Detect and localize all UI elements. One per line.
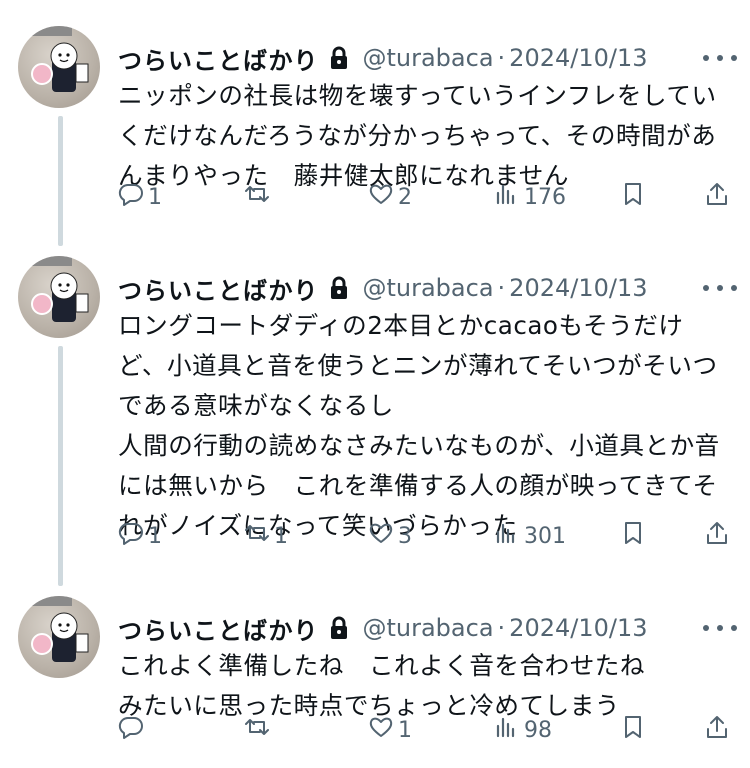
lock-icon bbox=[328, 275, 350, 301]
share-button[interactable] bbox=[704, 179, 730, 215]
bookmark-icon bbox=[620, 181, 646, 213]
bookmark-button[interactable] bbox=[620, 179, 646, 215]
more-icon[interactable] bbox=[700, 48, 740, 68]
more-icon[interactable] bbox=[700, 618, 740, 638]
display-name[interactable]: つらいことばかり bbox=[118, 41, 318, 76]
share-icon bbox=[704, 714, 730, 746]
separator-dot: · bbox=[497, 274, 506, 302]
like-count: 3 bbox=[398, 523, 412, 549]
user-handle[interactable]: @turabaca bbox=[362, 44, 493, 72]
retweet-icon bbox=[244, 181, 270, 213]
like-button[interactable]: 1 bbox=[368, 712, 412, 748]
tweet-date[interactable]: 2024/10/13 bbox=[509, 44, 647, 72]
views-button[interactable]: 98 bbox=[494, 712, 552, 748]
tweet-text: ロングコートダディの2本目とかcacaoもそうだけど、小道具と音を使うとニンが薄… bbox=[118, 311, 720, 540]
retweet-icon bbox=[244, 520, 270, 552]
views-icon bbox=[494, 520, 520, 552]
tweet-date[interactable]: 2024/10/13 bbox=[509, 274, 647, 302]
user-handle[interactable]: @turabaca bbox=[362, 274, 493, 302]
bookmark-icon bbox=[620, 520, 646, 552]
reply-count: 1 bbox=[148, 184, 162, 210]
tweet-header: つらいことばかり @turabaca · 2024/10/13 bbox=[118, 610, 648, 646]
action-bar: 1 1 3 301 bbox=[118, 518, 738, 554]
views-button[interactable]: 301 bbox=[494, 518, 566, 554]
avatar[interactable] bbox=[18, 256, 100, 338]
bookmark-button[interactable] bbox=[620, 712, 646, 748]
tweet-date[interactable]: 2024/10/13 bbox=[509, 614, 647, 642]
like-count: 1 bbox=[398, 717, 412, 743]
retweet-button[interactable]: 1 bbox=[244, 518, 288, 554]
reply-icon bbox=[118, 181, 144, 213]
lock-icon bbox=[328, 615, 350, 641]
reply-button[interactable]: 1 bbox=[118, 179, 162, 215]
action-bar: 1 2 176 bbox=[118, 179, 738, 215]
display-name[interactable]: つらいことばかり bbox=[118, 611, 318, 646]
more-icon[interactable] bbox=[700, 278, 740, 298]
retweet-icon bbox=[244, 714, 270, 746]
display-name[interactable]: つらいことばかり bbox=[118, 271, 318, 306]
views-icon bbox=[494, 181, 520, 213]
lock-icon bbox=[328, 45, 350, 71]
retweet-count: 1 bbox=[274, 523, 288, 549]
action-bar: 1 98 bbox=[118, 712, 738, 748]
like-count: 2 bbox=[398, 184, 412, 210]
bookmark-icon bbox=[620, 714, 646, 746]
retweet-button[interactable] bbox=[244, 179, 274, 215]
share-icon bbox=[704, 181, 730, 213]
bookmark-button[interactable] bbox=[620, 518, 646, 554]
avatar[interactable] bbox=[18, 26, 100, 108]
avatar[interactable] bbox=[18, 596, 100, 678]
tweet-header: つらいことばかり @turabaca · 2024/10/13 bbox=[118, 270, 648, 306]
reply-button[interactable]: 1 bbox=[118, 518, 162, 554]
user-handle[interactable]: @turabaca bbox=[362, 614, 493, 642]
tweet[interactable]: つらいことばかり @turabaca · 2024/10/13 ニッポンの社長は… bbox=[0, 26, 750, 226]
reply-icon bbox=[118, 520, 144, 552]
share-button[interactable] bbox=[704, 518, 730, 554]
tweet-text: ニッポンの社長は物を壊すっていうインフレをしていくだけなんだろうなが分かっちゃっ… bbox=[118, 81, 717, 190]
share-icon bbox=[704, 520, 730, 552]
separator-dot: · bbox=[497, 614, 506, 642]
like-icon bbox=[368, 714, 394, 746]
like-icon bbox=[368, 520, 394, 552]
reply-count: 1 bbox=[148, 523, 162, 549]
like-button[interactable]: 3 bbox=[368, 518, 412, 554]
tweet[interactable]: つらいことばかり @turabaca · 2024/10/13 ロングコートダデ… bbox=[0, 256, 750, 576]
like-button[interactable]: 2 bbox=[368, 179, 412, 215]
views-button[interactable]: 176 bbox=[494, 179, 566, 215]
tweet-header: つらいことばかり @turabaca · 2024/10/13 bbox=[118, 40, 648, 76]
reply-button[interactable] bbox=[118, 712, 148, 748]
tweet[interactable]: つらいことばかり @turabaca · 2024/10/13 これよく準備した… bbox=[0, 596, 750, 768]
reply-icon bbox=[118, 714, 144, 746]
view-count: 301 bbox=[524, 523, 566, 549]
like-icon bbox=[368, 181, 394, 213]
view-count: 176 bbox=[524, 184, 566, 210]
views-icon bbox=[494, 714, 520, 746]
view-count: 98 bbox=[524, 717, 552, 743]
separator-dot: · bbox=[497, 44, 506, 72]
share-button[interactable] bbox=[704, 712, 730, 748]
retweet-button[interactable] bbox=[244, 712, 274, 748]
